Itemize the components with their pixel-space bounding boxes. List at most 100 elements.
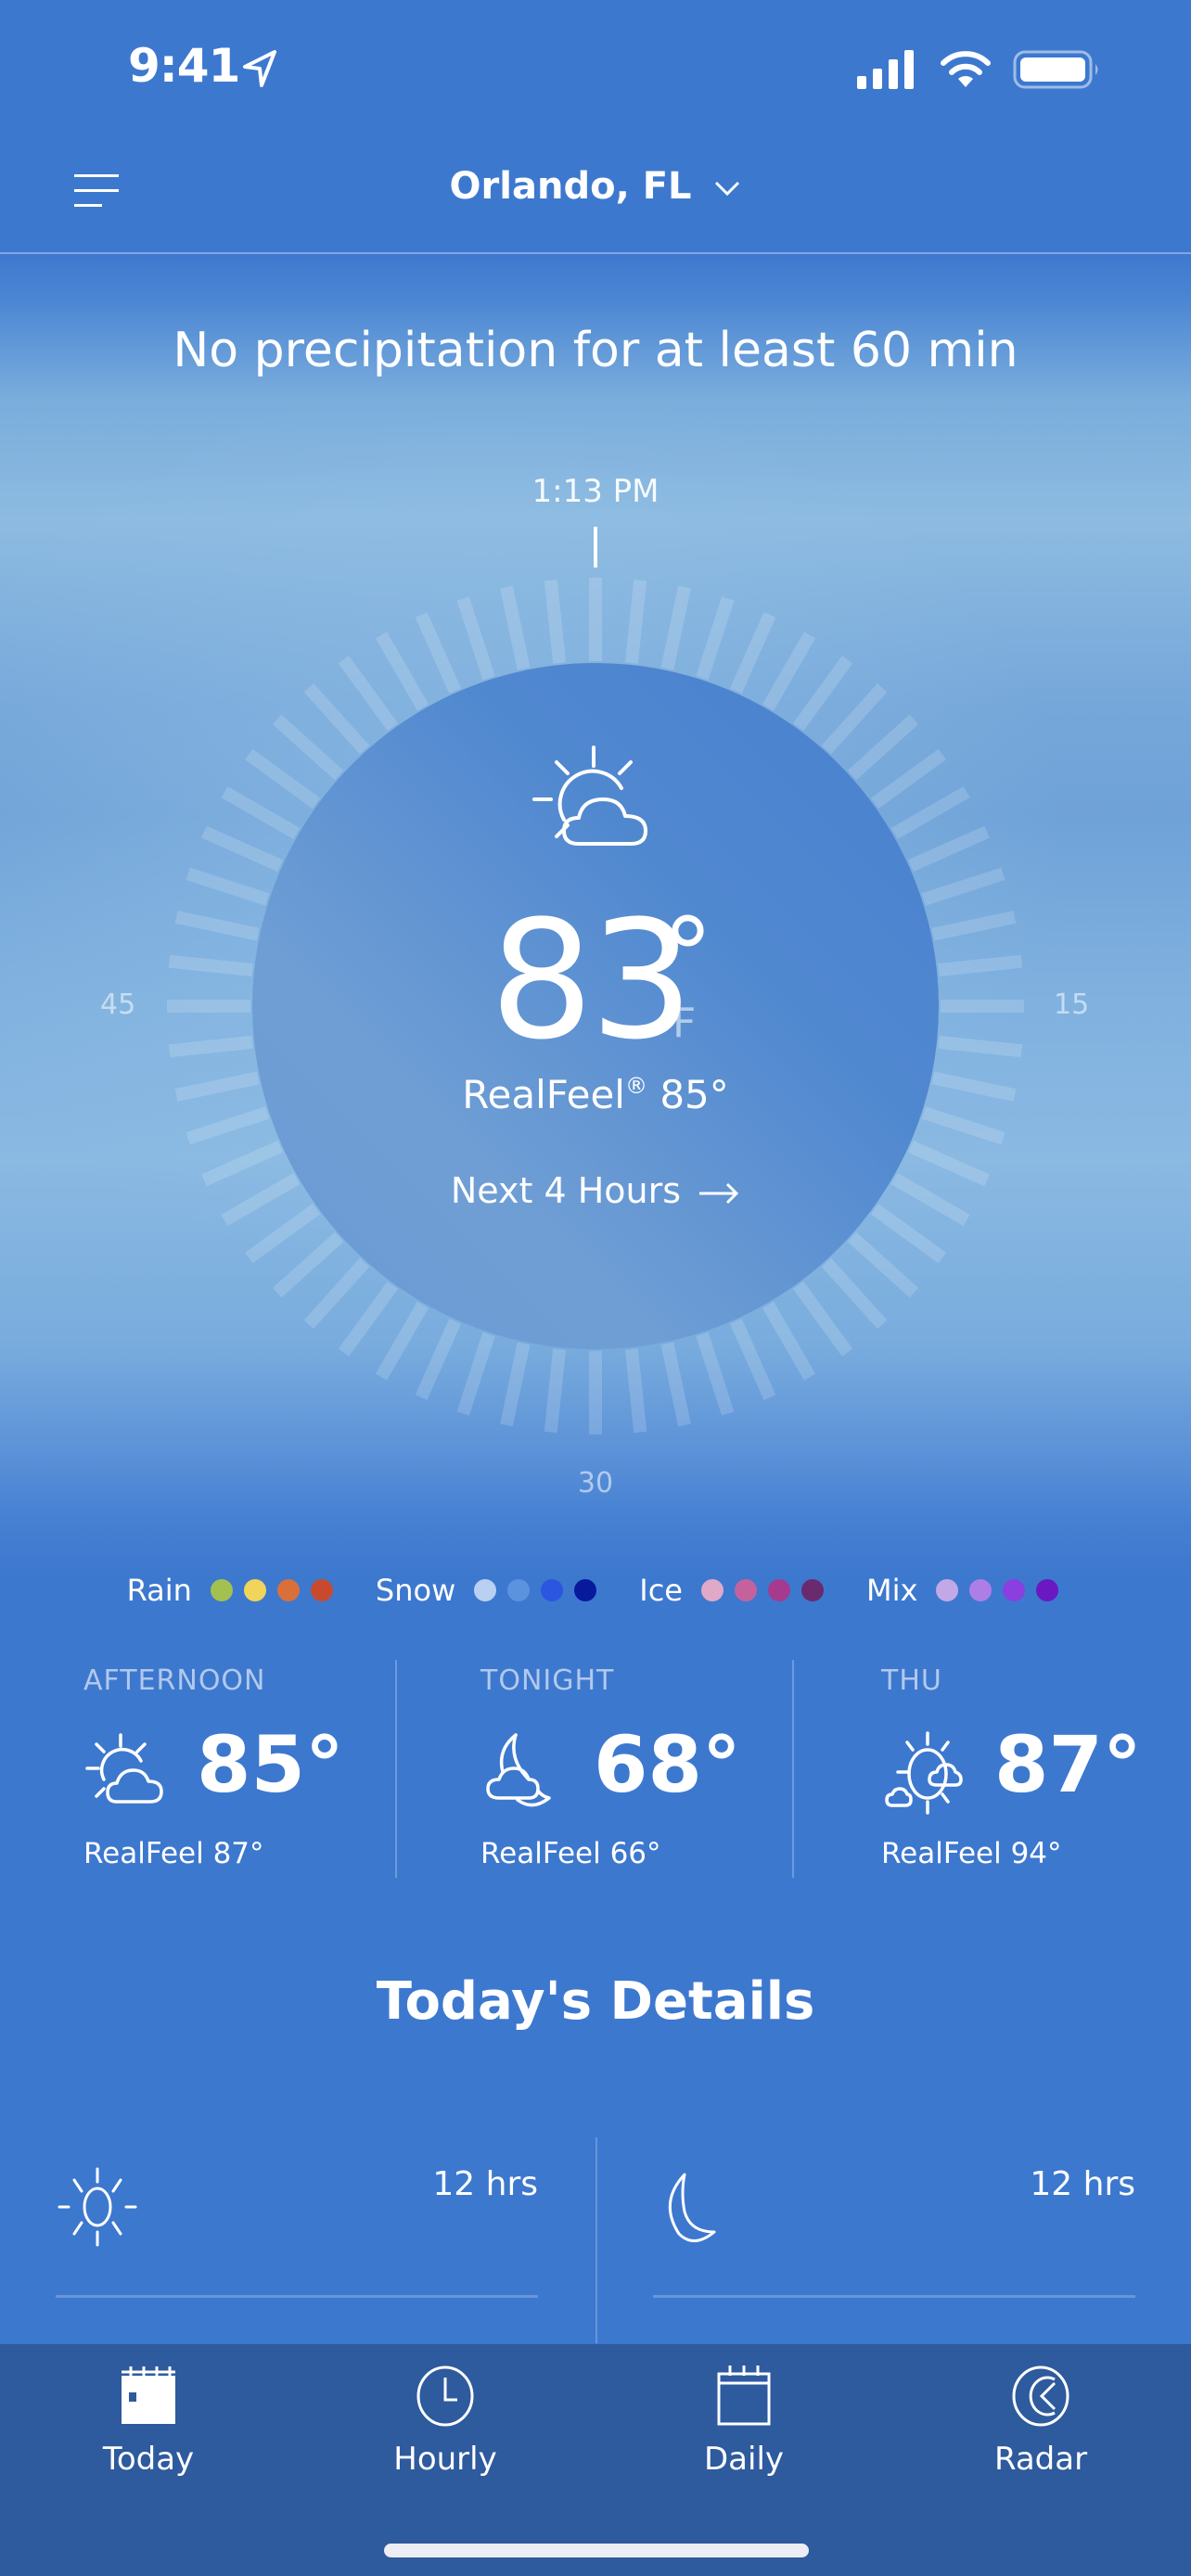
chevron-down-icon [715, 181, 740, 197]
legend-color-dot [700, 1579, 724, 1601]
detail-card-sun[interactable]: 12 hrs [56, 2137, 538, 2341]
arrow-right-icon [699, 1182, 739, 1204]
forecast-card-thu[interactable]: THU 87° RealFeel 94° [881, 1664, 1191, 1878]
temperature-unit: F [672, 1000, 697, 1047]
dial-tick [890, 785, 970, 840]
dial-tick [931, 911, 1017, 941]
dial-tick [303, 682, 370, 755]
dial-tick [907, 825, 990, 873]
forecast-card-afternoon[interactable]: AFTERNOON 85° RealFeel 87° [83, 1664, 455, 1878]
forecast-label: THU [881, 1664, 942, 1697]
tab-label: Radar [993, 2441, 1088, 2478]
partly-sunny-icon [85, 1733, 163, 1804]
dial-tick [847, 714, 919, 781]
moon-icon [668, 2173, 716, 2242]
dial-tick [415, 612, 462, 695]
legend-color-dot [210, 1579, 233, 1601]
dial-tick [303, 1257, 370, 1330]
dial-current-time: 1:13 PM [531, 473, 660, 510]
dial-tick [762, 631, 816, 711]
dial-tick [174, 911, 260, 941]
tab-radar[interactable]: Radar [948, 2363, 1133, 2478]
dial-tick [338, 1281, 399, 1357]
dial-tick [762, 1301, 816, 1381]
degree-symbol: ° [662, 896, 713, 1014]
dial-tick [544, 579, 567, 664]
card-divider [395, 1660, 397, 1878]
legend-color-dot [541, 1579, 564, 1601]
next-4-hours-link[interactable]: Next 4 Hours [0, 1170, 1191, 1211]
dial-label-15: 15 [1054, 988, 1090, 1021]
dial-tick [456, 1332, 495, 1416]
dial-tick [624, 1348, 647, 1434]
partly-sunny-icon [532, 746, 647, 846]
dial-tick [245, 1203, 321, 1264]
moon-progress-track [653, 2295, 1135, 2298]
legend-label: Ice [639, 1573, 683, 1608]
forecast-label: TONIGHT [480, 1664, 615, 1697]
legend-color-dot [1036, 1579, 1059, 1601]
calendar-icon [717, 2366, 771, 2426]
legend-group-mix: Mix [866, 1573, 1064, 1608]
legend-color-dot [800, 1579, 824, 1601]
dial-tick [792, 656, 853, 732]
location-selector[interactable]: Orlando, FL [0, 165, 1191, 208]
card-divider [792, 1660, 794, 1878]
details-title: Today's Details [376, 1971, 815, 2032]
dial-tick [870, 748, 946, 810]
dial-tick [544, 1348, 567, 1434]
dial-tick [821, 682, 888, 755]
forecast-temp: 85° [197, 1719, 344, 1810]
dial-tick [375, 1301, 429, 1381]
dial-tick [624, 579, 647, 664]
tab-label: Today [102, 2441, 195, 2478]
dial-tick [660, 585, 691, 670]
status-time: 9:41 [128, 39, 240, 93]
home-indicator [384, 2544, 809, 2557]
realfeel-label: RealFeel [462, 1072, 625, 1117]
dial-tick [847, 1231, 919, 1298]
dial-tick [168, 1035, 253, 1058]
legend-group-rain: Rain [127, 1573, 339, 1608]
dial-tick [938, 954, 1023, 977]
forecast-card-tonight[interactable]: TONIGHT 68° RealFeel 66° [480, 1664, 852, 1878]
legend-color-dot [767, 1579, 790, 1601]
legend-label: Rain [126, 1573, 192, 1608]
dial-tick [500, 585, 531, 670]
dial-tick [729, 1318, 776, 1400]
clock-icon [416, 2366, 474, 2427]
legend-color-dot [969, 1579, 992, 1601]
partly-cloudy-night-icon [486, 1733, 551, 1807]
legend-color-dot [936, 1579, 959, 1601]
forecast-temp: 87° [994, 1719, 1142, 1810]
dial-tick [375, 631, 429, 711]
legend-color-dot [507, 1579, 531, 1601]
dial-tick [338, 656, 399, 732]
tab-hourly[interactable]: Hourly [352, 2363, 538, 2478]
tab-label: Hourly [393, 2441, 497, 2478]
dial-tick [272, 714, 344, 781]
tab-today[interactable]: Today [56, 2363, 241, 2478]
legend-group-ice: Ice [639, 1573, 829, 1608]
dial-tick [168, 954, 253, 977]
dial-tick [500, 1342, 531, 1427]
dial-tick [938, 1035, 1023, 1058]
dial-tick [870, 1203, 946, 1264]
dial-tick [729, 612, 776, 695]
dial-tick [696, 1332, 735, 1416]
dial-tick [696, 596, 735, 681]
tab-daily[interactable]: Daily [651, 2363, 837, 2478]
dial-tick [921, 867, 1005, 906]
signal-icon [857, 50, 914, 89]
precipitation-legend: Rain Snow Ice Mix [0, 1573, 1191, 1608]
legend-color-dot [310, 1579, 333, 1601]
forecast-realfeel: RealFeel 87° [83, 1837, 264, 1870]
sun-progress-track [56, 2295, 538, 2298]
legend-label: Mix [865, 1573, 918, 1608]
dial-tick [821, 1257, 888, 1330]
dial-tick [272, 1231, 344, 1298]
forecast-realfeel: RealFeel 66° [480, 1837, 661, 1870]
detail-card-moon[interactable]: 12 hrs [653, 2137, 1135, 2341]
moon-hours: 12 hrs [1030, 2165, 1135, 2203]
next-hours-label: Next 4 Hours [450, 1170, 682, 1211]
